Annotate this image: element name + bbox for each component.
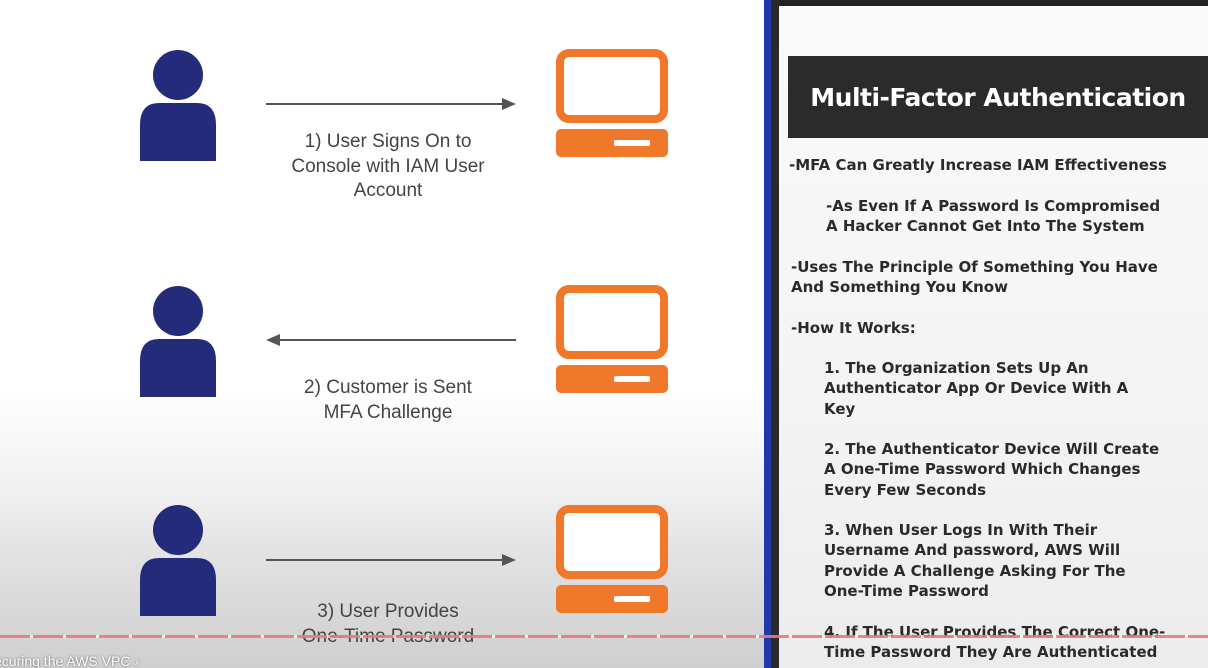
arrow-right-icon: [266, 98, 516, 110]
panel-top-bar: [779, 0, 1208, 6]
note-line: -Uses The Principle Of Something You Hav…: [791, 258, 1158, 297]
notes-panel: Multi-Factor Authentication -MFA Can Gre…: [779, 0, 1208, 668]
chapter-title: ecuring the AWS VPC: [0, 653, 131, 668]
title-banner: Multi-Factor Authentication: [788, 56, 1208, 138]
computer-icon: [556, 505, 668, 613]
step-3-caption: 3) User Provides One-Time Password: [301, 601, 475, 647]
note-line: -MFA Can Greatly Increase IAM Effectiven…: [789, 156, 1167, 174]
step-2-caption: 2) Customer is Sent MFA Challenge: [304, 377, 472, 423]
user-icon: [140, 50, 216, 161]
note-line: 4. If The User Provides The Correct One-…: [824, 623, 1166, 662]
chapter-button[interactable]: ecuring the AWS VPC ›: [0, 653, 139, 668]
note-line: -How It Works:: [791, 319, 916, 337]
note-line: 1. The Organization Sets Up An Authentic…: [824, 359, 1129, 418]
note-line: -As Even If A Password Is Compromised A …: [826, 197, 1161, 236]
user-icon: [140, 286, 216, 397]
diagram-panel: 1) User Signs On to Console with IAM Use…: [0, 0, 764, 668]
video-progress-bar[interactable]: [0, 635, 1208, 638]
note-line: 3. When User Logs In With Their Username…: [824, 521, 1126, 600]
divider-accent: [764, 0, 771, 668]
computer-icon: [556, 285, 668, 393]
arrow-right-icon: [266, 554, 516, 566]
computer-icon: [556, 49, 668, 157]
arrow-left-icon: [266, 334, 516, 346]
notes-title: Multi-Factor Authentication: [810, 82, 1186, 112]
divider: [771, 0, 779, 668]
note-line: 2. The Authenticator Device Will Create …: [824, 440, 1160, 499]
step-1-caption: 1) User Signs On to Console with IAM Use…: [291, 131, 485, 201]
user-icon: [140, 505, 216, 616]
chevron-right-icon: ›: [134, 653, 140, 668]
